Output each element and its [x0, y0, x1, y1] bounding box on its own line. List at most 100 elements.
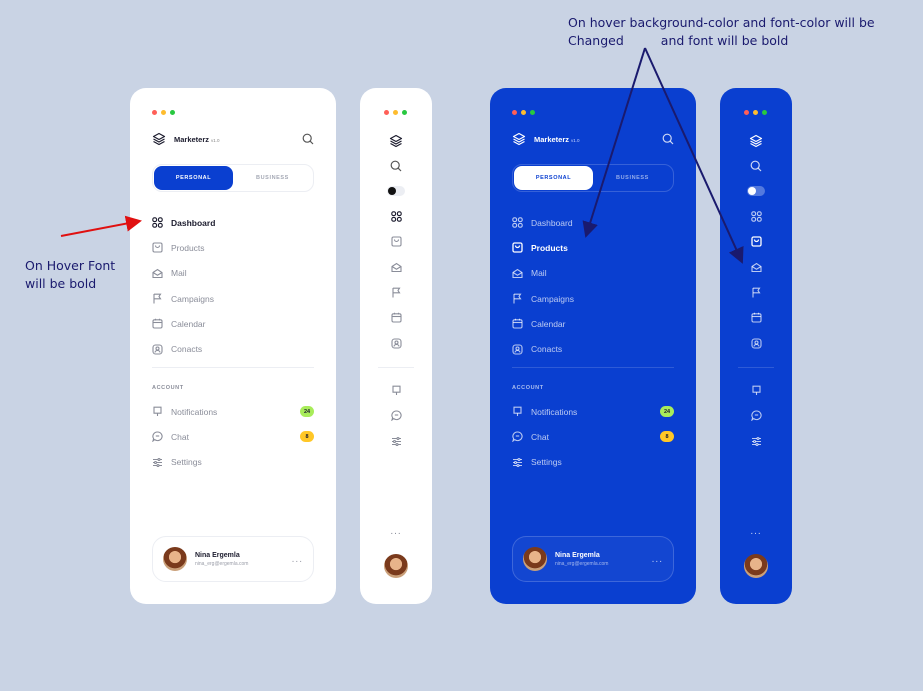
nav-chat[interactable]: [390, 403, 402, 428]
tab-business[interactable]: BUSINESS: [233, 166, 312, 190]
search-button[interactable]: [302, 132, 314, 150]
menu-item-settings[interactable]: Settings: [152, 450, 314, 475]
grid-icon: [152, 217, 163, 228]
menu-item-mail[interactable]: Mail: [512, 261, 674, 286]
tab-business[interactable]: BUSINESS: [593, 166, 672, 190]
theme-toggle[interactable]: [387, 179, 405, 204]
menu-item-label: Mail: [531, 268, 547, 279]
nav-products[interactable]: [750, 229, 762, 254]
search-button[interactable]: [750, 153, 762, 178]
menu-item-settings[interactable]: Settings: [512, 450, 674, 475]
maximize-dot[interactable]: [762, 110, 767, 115]
nav-contacts[interactable]: [390, 330, 402, 355]
menu-item-notifications[interactable]: Notifications 24: [152, 399, 314, 424]
nav-mail[interactable]: [750, 254, 762, 279]
more-icon[interactable]: ...: [652, 554, 663, 565]
menu-item-mail[interactable]: Mail: [152, 261, 314, 286]
calendar-icon: [750, 313, 762, 323]
more-icon[interactable]: ...: [360, 526, 432, 537]
menu-item-dashboard[interactable]: Dashboard: [512, 210, 674, 235]
menu-item-dashboard[interactable]: Dashboard: [152, 210, 314, 235]
brand-name: Marketerz v1.0: [534, 134, 580, 144]
account-menu: Notifications 24 Chat 8 Settings: [512, 399, 674, 475]
maximize-dot[interactable]: [530, 110, 535, 115]
menu-item-campaigns[interactable]: Campaigns: [152, 286, 314, 311]
nav-contacts[interactable]: [750, 330, 762, 355]
toggle-switch[interactable]: [387, 186, 405, 197]
tab-personal[interactable]: PERSONAL: [154, 166, 233, 190]
nav-settings[interactable]: [751, 429, 762, 454]
bag-icon: [512, 242, 523, 254]
avatar[interactable]: [384, 554, 408, 578]
close-dot[interactable]: [744, 110, 749, 115]
nav-calendar[interactable]: [390, 305, 402, 330]
search-button[interactable]: [390, 153, 402, 178]
chat-icon: [152, 431, 163, 443]
nav-settings[interactable]: [391, 429, 402, 454]
menu-item-contacts[interactable]: Conacts: [152, 336, 314, 361]
maximize-dot[interactable]: [402, 110, 407, 115]
nav-dashboard[interactable]: [750, 204, 762, 229]
menu-item-chat[interactable]: Chat 8: [152, 424, 314, 449]
theme-toggle[interactable]: [747, 179, 765, 204]
chat-badge: 8: [300, 431, 314, 443]
minimize-dot[interactable]: [753, 110, 758, 115]
avatar: [163, 547, 187, 571]
minimize-dot[interactable]: [393, 110, 398, 115]
menu-item-chat[interactable]: Chat 8: [512, 424, 674, 449]
nav-notifications[interactable]: [391, 378, 402, 403]
profile-card[interactable]: Nina Ergemla nina_erg@ergemla.com ...: [512, 536, 674, 582]
nav-products[interactable]: [390, 229, 402, 254]
menu-item-label: Calendar: [531, 318, 566, 329]
nav-chat[interactable]: [750, 403, 762, 428]
chat-badge: 8: [660, 431, 674, 443]
menu-item-contacts[interactable]: Conacts: [512, 336, 674, 361]
menu-item-notifications[interactable]: Notifications 24: [512, 399, 674, 424]
tab-personal[interactable]: PERSONAL: [514, 166, 593, 190]
nav-notifications[interactable]: [751, 378, 762, 403]
brand[interactable]: Marketerz v1.0: [152, 132, 220, 146]
menu-item-products[interactable]: Products: [152, 235, 314, 260]
contacts-icon: [750, 337, 762, 349]
minimize-dot[interactable]: [521, 110, 526, 115]
menu-item-calendar[interactable]: Calendar: [512, 311, 674, 336]
nav-campaigns[interactable]: [751, 280, 762, 305]
more-icon[interactable]: ...: [292, 554, 303, 565]
menu-item-calendar[interactable]: Calendar: [152, 311, 314, 336]
brand-button[interactable]: [389, 128, 403, 153]
close-dot[interactable]: [152, 110, 157, 115]
profile-card[interactable]: Nina Ergemla nina_erg@ergemla.com ...: [152, 536, 314, 582]
close-dot[interactable]: [512, 110, 517, 115]
nav-dashboard[interactable]: [390, 204, 402, 229]
nav-mail[interactable]: [390, 254, 402, 279]
account-menu: Notifications 24 Chat 8 Settings: [152, 399, 314, 475]
nav-campaigns[interactable]: [391, 280, 402, 305]
brand[interactable]: Marketerz v1.0: [512, 132, 580, 146]
collapsed-account-nav: [720, 378, 792, 454]
grid-icon: [750, 211, 762, 222]
hover-arrow: [60, 215, 142, 237]
minimize-dot[interactable]: [161, 110, 166, 115]
chat-icon: [512, 431, 523, 443]
sliders-icon: [751, 436, 761, 446]
search-button[interactable]: [662, 132, 674, 150]
hover-change-annotation-left: Changed: [568, 33, 624, 48]
account-type-switch: PERSONAL BUSINESS: [512, 164, 674, 192]
menu-item-label: Products: [171, 242, 205, 253]
mail-icon: [152, 268, 163, 278]
hover-change-annotation: On hover background-color and font-color…: [568, 14, 908, 50]
close-dot[interactable]: [384, 110, 389, 115]
maximize-dot[interactable]: [170, 110, 175, 115]
nav-calendar[interactable]: [750, 305, 762, 330]
menu-item-products[interactable]: Products: [512, 235, 674, 260]
avatar[interactable]: [744, 554, 768, 578]
more-icon[interactable]: ...: [720, 526, 792, 537]
search-icon: [302, 133, 314, 145]
menu-item-label: Calendar: [171, 318, 206, 329]
toggle-switch[interactable]: [747, 186, 765, 197]
window-controls: [384, 110, 407, 115]
menu-item-label: Chat: [531, 431, 549, 442]
flag-icon: [153, 293, 162, 304]
menu-item-campaigns[interactable]: Campaigns: [512, 286, 674, 311]
brand-button[interactable]: [749, 128, 763, 153]
